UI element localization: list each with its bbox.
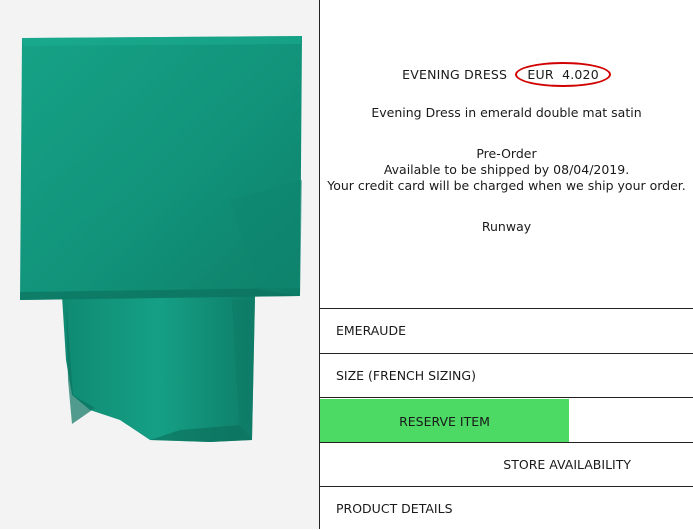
- product-name: EVENING DRESS: [402, 67, 508, 82]
- product-title-row: EVENING DRESS EUR 4.020: [320, 62, 693, 87]
- product-description: Evening Dress in emerald double mat sati…: [371, 105, 642, 120]
- action-row-spacer: [569, 399, 693, 443]
- color-value: EMERAUDE: [336, 323, 406, 338]
- action-row: RESERVE ITEM: [320, 397, 693, 443]
- size-selector[interactable]: SIZE (FRENCH SIZING): [320, 353, 693, 397]
- product-details-label: PRODUCT DETAILS: [336, 501, 453, 516]
- store-availability-link[interactable]: STORE AVAILABILITY: [320, 442, 693, 486]
- preorder-ship-date: Available to be shipped by 08/04/2019.: [383, 162, 630, 177]
- store-availability-label: STORE AVAILABILITY: [503, 457, 631, 472]
- collection-label: Runway: [481, 219, 532, 234]
- product-price: EUR 4.020: [515, 62, 611, 87]
- reserve-item-button[interactable]: RESERVE ITEM: [320, 399, 569, 443]
- product-details-toggle[interactable]: PRODUCT DETAILS: [320, 486, 693, 530]
- product-info-panel: EVENING DRESS EUR 4.020 Evening Dress in…: [320, 0, 693, 529]
- size-label: SIZE (FRENCH SIZING): [336, 368, 476, 383]
- emerald-dress-fabric-image: [20, 36, 302, 442]
- preorder-charge-note: Your credit card will be charged when we…: [327, 178, 686, 193]
- preorder-info: Pre-Order Available to be shipped by 08/…: [320, 146, 693, 194]
- preorder-heading: Pre-Order: [476, 146, 537, 161]
- color-selector[interactable]: EMERAUDE: [320, 308, 693, 352]
- product-image: [0, 0, 319, 529]
